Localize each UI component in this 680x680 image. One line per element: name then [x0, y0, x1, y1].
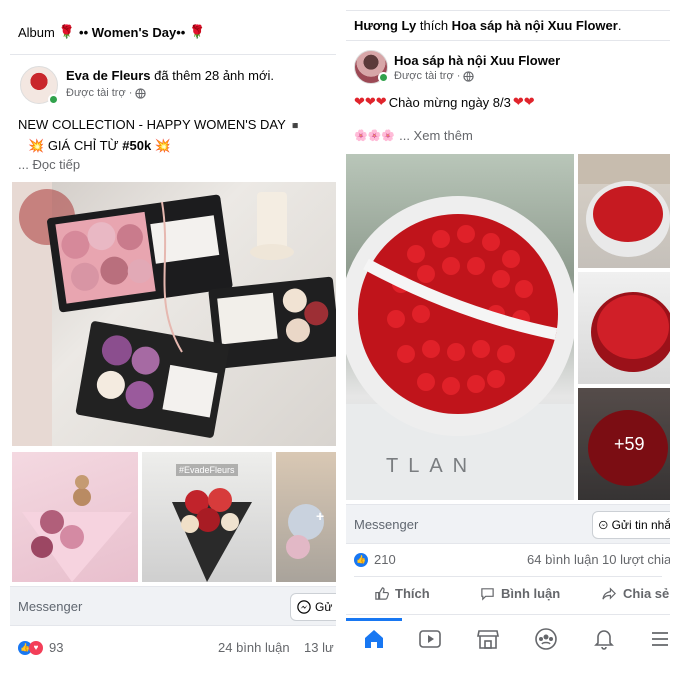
send-message-label: Gử [315, 600, 333, 614]
shares-count[interactable]: 10 lượt chia [602, 552, 670, 567]
reactions-count: 210 [374, 552, 396, 567]
send-message-button[interactable]: Gửi tin nhắ [592, 511, 670, 539]
right-post-panel: Hương Ly thích Hoa sáp hà nội Xuu Flower… [346, 0, 670, 660]
page-name[interactable]: Eva de Fleurs [66, 68, 151, 83]
like-button[interactable]: Thích [374, 586, 430, 601]
shares-count[interactable]: 13 lư [304, 640, 334, 655]
thumbnail-photo[interactable]: +59 [578, 388, 670, 500]
online-indicator [48, 94, 59, 105]
svg-text:TLAN: TLAN [386, 455, 477, 477]
burst-emoji: 💥 [154, 138, 171, 153]
divider [346, 614, 670, 615]
read-more-link[interactable]: ... Đọc tiếp [18, 157, 80, 172]
price-prefix: GIÁ CHỈ TỪ [47, 138, 119, 153]
rose-emoji: 🌹 [58, 24, 76, 39]
groups-icon[interactable] [532, 628, 560, 650]
divider [10, 54, 336, 55]
rose-bouquet-illustration [591, 292, 670, 372]
menu-icon[interactable] [646, 628, 670, 650]
notifications-icon[interactable] [590, 628, 618, 650]
share-icon [602, 587, 616, 600]
rose-emoji: 🌹 [189, 24, 206, 39]
messenger-icon [297, 600, 311, 614]
liked-page-name[interactable]: Hoa sáp hà nội Xuu Flower [452, 18, 618, 33]
post-headline: Chào mừng ngày 8/3 [388, 94, 511, 110]
sponsored-label[interactable]: Được tài trợ · [66, 87, 132, 99]
like-label: Thích [395, 586, 430, 601]
action-text: đã thêm 28 ảnh mới. [154, 68, 274, 83]
sponsored-line: Được tài trợ · [66, 87, 147, 99]
marketplace-icon[interactable] [474, 628, 502, 650]
thumbs-up-icon [375, 587, 389, 600]
home-icon[interactable] [360, 628, 388, 650]
heart-icon: ❤❤❤ [354, 94, 387, 109]
globe-icon [463, 70, 475, 82]
rose-bouquet-illustration: TLAN [346, 196, 574, 500]
thumbnail-photo[interactable] [578, 272, 670, 384]
comment-icon [481, 588, 494, 601]
active-tab-indicator [346, 618, 402, 621]
post-headline: NEW COLLECTION - HAPPY WOMEN'S DAY [18, 117, 286, 132]
album-prefix: Album [18, 24, 55, 40]
comment-button[interactable]: Bình luận [480, 586, 560, 601]
sponsored-line: Được tài trợ · [394, 70, 475, 82]
send-message-label: Gửi tin nhắ [611, 518, 670, 532]
messenger-bar: Messenger Gửi tin nhắ [346, 504, 670, 544]
post-text-line-1: ❤❤❤ Chào mừng ngày 8/3 ❤❤ [354, 94, 535, 110]
comments-count[interactable]: 64 bình luận [527, 552, 599, 567]
comment-label: Bình luận [501, 586, 561, 601]
bouquet-illustration [22, 475, 132, 582]
square-icon: ◾ [289, 121, 302, 132]
post-text-line-2: 💥 GIÁ CHỈ TỪ #50k 💥 [28, 138, 171, 154]
messenger-bar: Messenger Gử [10, 586, 336, 626]
friend-name[interactable]: Hương Ly [354, 18, 416, 33]
album-header[interactable]: Album 🌹 •• Women's Day•• 🌹 [18, 24, 206, 40]
comments-count[interactable]: 24 bình luận [218, 640, 290, 655]
messenger-label: Messenger [354, 517, 419, 532]
globe-icon [135, 87, 147, 99]
reactions-summary[interactable]: 👍 210 [354, 552, 396, 567]
post-header: Eva de Fleurs đã thêm 28 ảnh mới. [66, 68, 274, 83]
post-text-line-1: NEW COLLECTION - HAPPY WOMEN'S DAY ◾ [18, 117, 302, 132]
more-photos-count: +59 [614, 434, 645, 454]
sponsored-label[interactable]: Được tài trợ · [394, 70, 460, 82]
reactions-summary[interactable]: 👍 ♥ 93 [18, 640, 63, 655]
thumbnail-photo[interactable] [578, 154, 670, 268]
rose-bouquet-illustration [578, 154, 670, 257]
see-more-link[interactable]: ... Xem thêm [399, 128, 473, 143]
online-indicator [378, 72, 389, 83]
left-post-panel: Album 🌹 •• Women's Day•• 🌹 Eva de Fleurs… [10, 0, 336, 670]
social-verb: thích [419, 18, 449, 33]
bouquet-illustration [286, 504, 324, 559]
share-button[interactable]: Chia sẻ [602, 586, 669, 601]
thumbnail-photo[interactable]: #EvadeFleurs [142, 452, 272, 582]
messenger-label: Messenger [18, 599, 83, 614]
burst-emoji: 💥 [28, 138, 45, 153]
flower-box-illustration [12, 182, 336, 446]
messenger-icon [599, 520, 608, 530]
flower-emoji: 🌸🌸🌸 [354, 130, 396, 142]
love-reaction-icon: ♥ [29, 640, 43, 655]
social-context-line: Hương Ly thích Hoa sáp hà nội Xuu Flower… [354, 18, 622, 33]
watch-icon[interactable] [416, 628, 444, 650]
thumbnail-photo[interactable]: + [276, 452, 336, 582]
divider [354, 576, 662, 577]
album-title: •• Women's Day•• [79, 24, 186, 40]
plus-overlay: + [316, 508, 325, 524]
divider [346, 10, 670, 11]
like-reaction-icon: 👍 [354, 552, 368, 567]
heart-icon: ❤❤ [512, 94, 535, 109]
share-label: Chia sẻ [623, 586, 670, 601]
post-text-line-2: 🌸🌸🌸 ... Xem thêm [354, 128, 473, 143]
hashtag-overlay: #EvadeFleurs [176, 464, 238, 476]
thumbnail-photo[interactable] [12, 452, 138, 582]
main-photo[interactable]: TLAN [346, 154, 574, 500]
main-photo[interactable] [12, 182, 336, 446]
page-name[interactable]: Hoa sáp hà nội Xuu Flower [394, 53, 560, 68]
divider [346, 40, 670, 41]
price-hashtag[interactable]: #50k [122, 138, 151, 153]
send-message-button[interactable]: Gử [290, 593, 336, 621]
reactions-count: 93 [49, 640, 64, 655]
